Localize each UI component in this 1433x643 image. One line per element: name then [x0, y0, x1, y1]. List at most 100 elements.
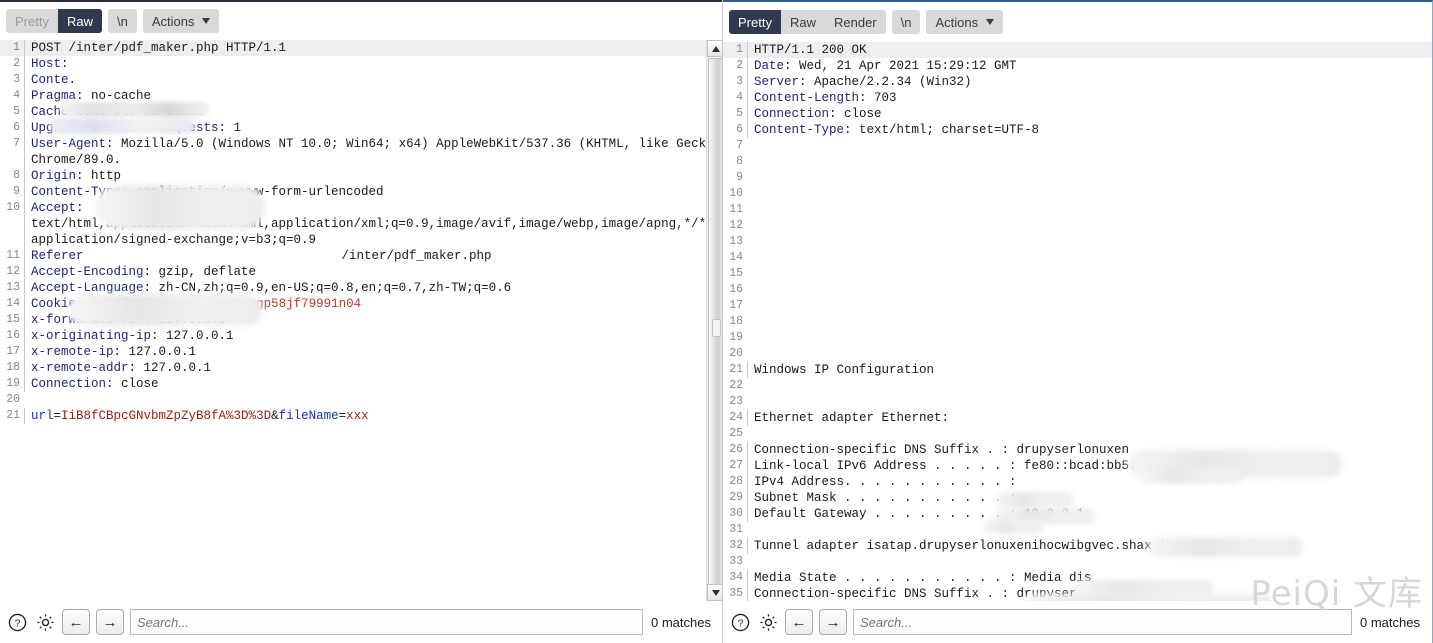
line-number: 20 [0, 392, 24, 408]
code-segment: Date [754, 59, 784, 73]
code-line: 29Subnet Mask . . . . . . . . . . . : [723, 490, 1432, 506]
burp-repeater-window: Pretty Raw \n Actions 1POST /inter/pdf_m… [0, 0, 1433, 643]
code-line: 17x-remote-ip: 127.0.0.1 [0, 344, 706, 360]
line-number: 13 [0, 280, 24, 296]
code-segment: Referer [31, 249, 84, 263]
line-text: Connection: close [24, 376, 706, 392]
request-actions-button[interactable]: Actions [143, 9, 220, 33]
request-scroll-thumb[interactable] [708, 58, 723, 598]
line-number: 24 [723, 410, 747, 426]
request-editor[interactable]: 1POST /inter/pdf_maker.php HTTP/1.12Host… [0, 40, 706, 601]
line-number: 15 [0, 312, 24, 328]
line-number: 3 [0, 72, 24, 88]
request-code[interactable]: 1POST /inter/pdf_maker.php HTTP/1.12Host… [0, 40, 706, 424]
response-toolbar: Pretty Raw Render \n Actions [723, 2, 1432, 42]
code-segment: : Wed, 21 Apr 2021 15:29:12 GMT [784, 59, 1017, 73]
code-line: 33 [723, 554, 1432, 570]
line-number: 20 [723, 346, 747, 362]
code-line: 5Cache-Control: no-cache [0, 104, 706, 120]
line-number: 16 [723, 282, 747, 298]
response-newline-label[interactable]: \n [892, 10, 921, 34]
code-line: 13Accept-Language: zh-CN,zh;q=0.9,en-US;… [0, 280, 706, 296]
code-line: 4Pragma: no-cache [0, 88, 706, 104]
response-search-input[interactable] [853, 609, 1352, 635]
line-number: 18 [723, 314, 747, 330]
response-editor[interactable]: 1HTTP/1.1 200 OK2Date: Wed, 21 Apr 2021 … [723, 42, 1432, 601]
code-line: 30Default Gateway . . . . . . . . . : 10… [723, 506, 1432, 522]
code-line: 19 [723, 330, 1432, 346]
code-segment: IPv4 Address. . . . . . . . . . . : [754, 475, 1017, 489]
response-code[interactable]: 1HTTP/1.1 200 OK2Date: Wed, 21 Apr 2021 … [723, 42, 1432, 601]
response-actions-button[interactable]: Actions [926, 10, 1003, 34]
scroll-down-icon[interactable] [707, 584, 723, 601]
code-line: 25 [723, 426, 1432, 442]
response-tab-render[interactable]: Render [825, 10, 886, 34]
code-segment: Subnet Mask . . . . . . . . . . . : [754, 491, 1017, 505]
code-line: 11Referer/inter/pdf_maker.php [0, 248, 706, 264]
line-text: Accept-Language: zh-CN,zh;q=0.9,en-US;q=… [24, 280, 706, 296]
line-number: 17 [0, 344, 24, 360]
help-icon[interactable]: ? [729, 611, 751, 633]
code-line: 16x-originating-ip: 127.0.0.1 [0, 328, 706, 344]
response-newline-toggle[interactable]: \n [892, 10, 921, 34]
help-icon[interactable]: ? [6, 611, 28, 633]
scroll-up-icon[interactable] [707, 40, 723, 57]
line-text: Referer/inter/pdf_maker.php [24, 248, 706, 264]
response-view-mode-group[interactable]: Pretty Raw Render [729, 10, 886, 34]
response-tab-raw[interactable]: Raw [781, 10, 825, 34]
line-text: Cache-Control: no-cache [24, 104, 706, 120]
search-next-button[interactable]: → [819, 609, 847, 635]
code-line: 5Connection: close [723, 106, 1432, 122]
request-search-input[interactable] [130, 609, 643, 635]
line-text: Upgrade-Insecure-Requests: 1 [24, 120, 706, 136]
request-newline-label[interactable]: \n [108, 9, 137, 33]
line-number: 9 [0, 184, 24, 200]
gear-icon[interactable] [757, 611, 779, 633]
code-line: 35Connection-specific DNS Suffix . : dru… [723, 586, 1432, 601]
search-next-button[interactable]: → [96, 609, 124, 635]
code-segment: Connection-specific DNS Suffix . : drupy… [754, 443, 1129, 457]
code-segment: noei1ghcv9rqgp58jf79991n04 [166, 297, 361, 311]
request-tab-raw[interactable]: Raw [58, 9, 102, 33]
code-line: 14Cookie: PHPSESSID=noei1ghcv9rqgp58jf79… [0, 296, 706, 312]
line-number: 26 [723, 442, 747, 458]
line-number: 14 [0, 296, 24, 312]
line-number: 12 [0, 264, 24, 280]
code-line: 17 [723, 298, 1432, 314]
code-line: 23 [723, 394, 1432, 410]
line-number: 17 [723, 298, 747, 314]
gear-icon[interactable] [34, 611, 56, 633]
response-tab-pretty[interactable]: Pretty [729, 10, 781, 34]
line-text: Content-Length: 703 [747, 90, 1432, 106]
code-line: 3Server: Apache/2.2.34 (Win32) [723, 74, 1432, 90]
code-line: 10Accept: [0, 200, 706, 216]
search-prev-button[interactable]: ← [785, 609, 813, 635]
code-line: 21Windows IP Configuration [723, 362, 1432, 378]
code-line: 32Tunnel adapter isatap.drupyserlonuxeni… [723, 538, 1432, 554]
line-number: 6 [723, 122, 747, 138]
code-segment: x-originating-ip [31, 329, 151, 343]
code-line: 9Content-Type: application/x-www-form-ur… [0, 184, 706, 200]
code-line: 20 [0, 392, 706, 408]
code-segment: Content-Type [31, 185, 121, 199]
request-panel: Pretty Raw \n Actions 1POST /inter/pdf_m… [0, 0, 723, 643]
line-number: 12 [723, 218, 747, 234]
code-line: 31 [723, 522, 1432, 538]
line-number: 28 [723, 474, 747, 490]
request-newline-toggle[interactable]: \n [108, 9, 137, 33]
line-text: x-forwarded-for: 127.0.0.1 [24, 312, 706, 328]
code-segment: : 127.0.0.1 [114, 345, 197, 359]
code-line: 18x-remote-addr: 127.0.0.1 [0, 360, 706, 376]
line-text: Content-Type: application/x-www-form-url… [24, 184, 706, 200]
code-line: Chrome/89.0. [0, 152, 706, 168]
line-text: Accept: [24, 200, 706, 216]
code-segment: : 127.0.0.1 [151, 329, 234, 343]
code-line: 6Content-Type: text/html; charset=UTF-8 [723, 122, 1432, 138]
request-tab-pretty[interactable]: Pretty [6, 9, 58, 33]
request-view-mode-group[interactable]: Pretty Raw [6, 9, 102, 33]
request-vertical-scrollbar[interactable] [706, 40, 723, 601]
line-number: 1 [723, 42, 747, 58]
search-prev-button[interactable]: ← [62, 609, 90, 635]
line-text: Subnet Mask . . . . . . . . . . . : [747, 490, 1432, 506]
code-line: 18 [723, 314, 1432, 330]
